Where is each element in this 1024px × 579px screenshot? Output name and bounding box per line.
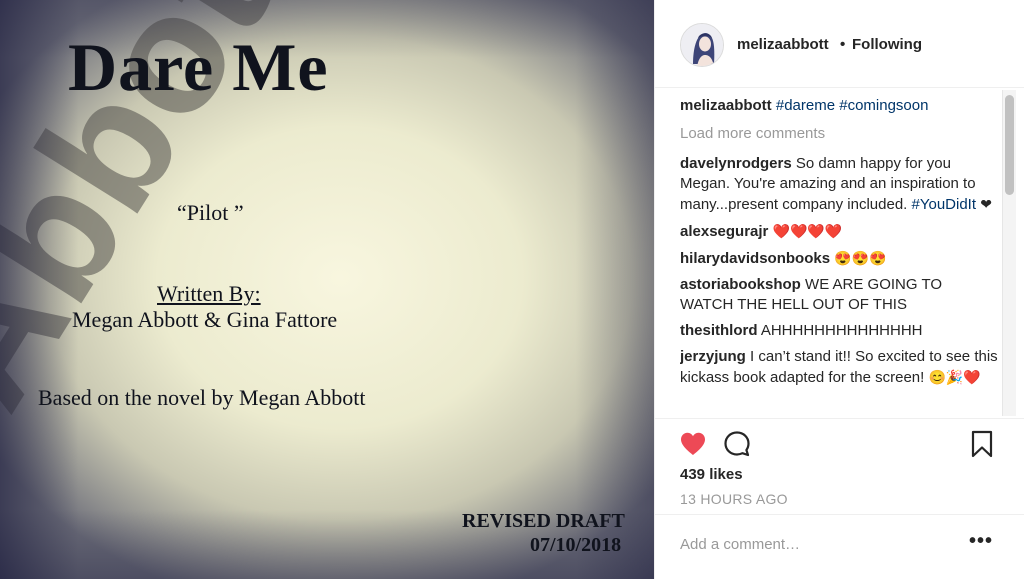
comment-item: alexsegurajr ❤️❤️❤️❤️ — [680, 221, 998, 242]
post-caption: melizaabbott #dareme #comingsoon — [680, 96, 998, 116]
script-draft-label: REVISED DRAFT — [462, 510, 625, 532]
post-timestamp[interactable]: 13 HOURS AGO — [680, 491, 788, 507]
comment-username[interactable]: astoriabookshop — [680, 276, 801, 293]
profile-avatar-icon[interactable] — [680, 23, 724, 67]
comment-username[interactable]: alexsegurajr — [680, 223, 768, 240]
script-written-by: Written By: — [157, 281, 261, 306]
more-options-button[interactable]: ••• — [969, 531, 993, 551]
add-comment-input[interactable] — [680, 529, 960, 559]
header-separator: • — [840, 36, 846, 53]
heart-icon[interactable] — [678, 429, 708, 459]
instagram-post: Abbott, Me Dare Me “Pilot ” Written By: … — [0, 0, 1024, 579]
script-authors: Megan Abbott & Gina Fattore — [72, 307, 338, 332]
script-draft-date: 07/10/2018 — [530, 534, 622, 556]
comment-emoji: 😊🎉❤️ — [928, 369, 981, 385]
comment-text: AHHHHHHHHHHHHHH — [760, 322, 923, 339]
bookmark-icon[interactable] — [967, 429, 997, 459]
script-episode: “Pilot ” — [177, 200, 244, 225]
load-more-comments-button[interactable]: Load more comments — [680, 124, 998, 144]
comment-username[interactable]: jerzyjung — [680, 348, 746, 365]
post-sidebar: melizaabbott • Following melizaabbott #d… — [654, 0, 1024, 579]
comment-emoji: ❤ — [980, 196, 992, 212]
caption-username[interactable]: melizaabbott — [680, 97, 772, 114]
add-comment-section: ••• — [655, 514, 1024, 579]
comment-item: astoriabookshop WE ARE GOING TO WATCH TH… — [680, 275, 998, 315]
script-title: Dare Me — [68, 29, 329, 105]
comment-item: davelynrodgers So damn happy for you Meg… — [680, 154, 998, 215]
comment-username[interactable]: thesithlord — [680, 322, 758, 339]
comment-item: thesithlord AHHHHHHHHHHHHHH — [680, 321, 998, 341]
comment-username[interactable]: hilarydavidsonbooks — [680, 250, 830, 267]
comment-item: jerzyjung I can’t stand it!! So excited … — [680, 347, 998, 388]
comment-hashtag[interactable]: #YouDidIt — [912, 196, 977, 213]
caption-hashtags[interactable]: #dareme #comingsoon — [776, 97, 929, 114]
comment-emoji: 😍😍😍 — [834, 250, 887, 266]
post-header: melizaabbott • Following — [655, 0, 1024, 88]
likes-count[interactable]: 439 likes — [680, 466, 743, 483]
comment-bubble-icon[interactable] — [722, 429, 752, 459]
comment-emoji: ❤️❤️❤️❤️ — [772, 223, 843, 239]
header-username-link[interactable]: melizaabbott — [737, 36, 829, 53]
comments-list[interactable]: melizaabbott #dareme #comingsoon Load mo… — [680, 96, 998, 418]
post-image[interactable]: Abbott, Me Dare Me “Pilot ” Written By: … — [0, 0, 654, 579]
script-based-on: Based on the novel by Megan Abbott — [38, 385, 366, 410]
following-button[interactable]: Following — [852, 36, 922, 53]
comment-item: hilarydavidsonbooks 😍😍😍 — [680, 248, 998, 269]
post-actions-bar — [655, 418, 1024, 470]
comments-scrollbar-thumb[interactable] — [1005, 95, 1014, 195]
comment-username[interactable]: davelynrodgers — [680, 155, 792, 172]
